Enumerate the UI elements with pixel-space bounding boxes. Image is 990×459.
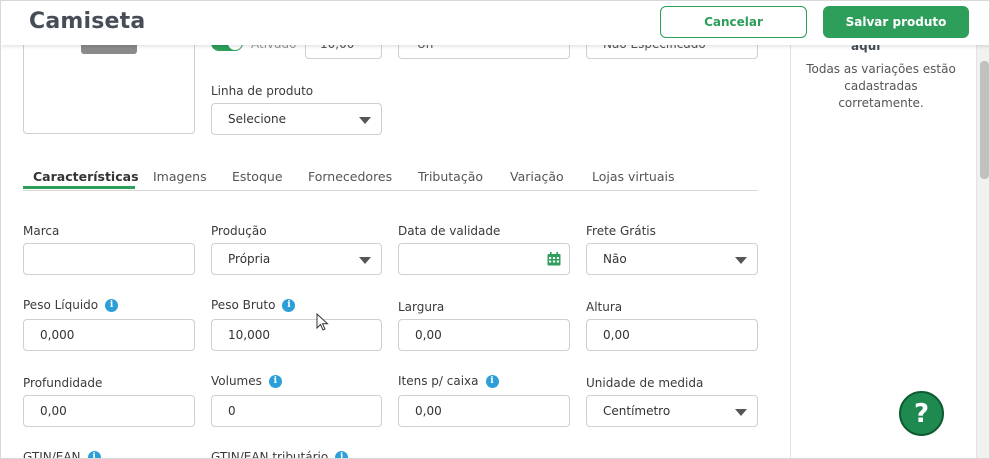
profundidade-input[interactable]: 0,00 [23, 395, 195, 427]
unidade-label: Unidade de medida [586, 376, 704, 390]
info-icon[interactable]: i [105, 298, 119, 312]
info-icon[interactable]: i [335, 450, 349, 458]
chevron-down-icon [359, 117, 371, 124]
altura-input[interactable]: 0,00 [586, 319, 758, 351]
chevron-down-icon [359, 257, 371, 264]
cancel-button[interactable]: Cancelar [660, 6, 807, 38]
volumes-input[interactable]: 0 [211, 395, 382, 427]
gtin-trib-label-text: GTIN/EAN tributário [211, 450, 329, 459]
volumes-label: Volumes i [211, 374, 282, 388]
largura-label: Largura [398, 300, 445, 314]
mouse-cursor-icon [316, 313, 329, 331]
variations-sidebar: aqui Todas as variações estão cadastrada… [790, 1, 970, 458]
peso-bruto-label: Peso Bruto i [211, 298, 296, 312]
marca-input[interactable] [23, 243, 195, 275]
page-header: Camiseta Cancelar Salvar produto [1, 1, 989, 45]
producao-label: Produção [211, 224, 267, 238]
peso-liquido-label-text: Peso Líquido [23, 298, 99, 312]
tab-bar: Características Imagens Estoque Forneced… [23, 161, 758, 191]
frete-label: Frete Grátis [586, 224, 656, 238]
help-button[interactable]: ? [899, 391, 944, 436]
tab-tributacao[interactable]: Tributação [418, 169, 483, 184]
tab-caracteristicas[interactable]: Características [33, 169, 139, 184]
peso-liquido-input[interactable]: 0,000 [23, 319, 195, 351]
product-line-select[interactable]: Selecione [211, 103, 382, 135]
gtin-label-text: GTIN/EAN [23, 450, 81, 459]
unidade-value: Centímetro [603, 404, 671, 418]
peso-bruto-input[interactable]: 10,000 [211, 319, 382, 351]
itens-caixa-input[interactable]: 0,00 [398, 395, 570, 427]
volumes-label-text: Volumes [211, 374, 262, 388]
validade-label: Data de validade [398, 224, 501, 238]
gtin-trib-label: GTIN/EAN tributário i [211, 450, 349, 459]
info-icon[interactable]: i [485, 374, 499, 388]
tab-lojas-virtuais[interactable]: Lojas virtuais [592, 169, 675, 184]
itens-caixa-label: Itens p/ caixa i [398, 374, 499, 388]
page-title: Camiseta [29, 9, 146, 34]
producao-value: Própria [228, 252, 271, 266]
peso-bruto-label-text: Peso Bruto [211, 298, 276, 312]
gtin-label: GTIN/EAN i [23, 450, 101, 459]
tab-estoque[interactable]: Estoque [232, 169, 283, 184]
info-icon[interactable]: i [282, 298, 296, 312]
sidebar-text: Todas as variações estão cadastradas cor… [806, 62, 956, 110]
frete-select[interactable]: Não [586, 243, 758, 275]
chevron-down-icon [735, 409, 747, 416]
peso-liquido-label: Peso Líquido i [23, 298, 119, 312]
profundidade-label: Profundidade [23, 376, 103, 390]
tab-variacao[interactable]: Variação [510, 169, 564, 184]
active-tab-indicator [23, 186, 135, 189]
save-product-button[interactable]: Salvar produto [823, 6, 969, 38]
info-icon[interactable]: i [268, 374, 282, 388]
altura-label: Altura [586, 300, 623, 314]
marca-label: Marca [23, 224, 60, 238]
scrollbar-thumb[interactable] [980, 61, 989, 179]
largura-input[interactable]: 0,00 [398, 319, 570, 351]
producao-select[interactable]: Própria [211, 243, 382, 275]
tab-fornecedores[interactable]: Fornecedores [308, 169, 392, 184]
unidade-select[interactable]: Centímetro [586, 395, 758, 427]
itens-caixa-label-text: Itens p/ caixa [398, 374, 479, 388]
chevron-down-icon [735, 257, 747, 264]
app-window: Ativado 10,00 Un Não Especificado Linha … [0, 0, 990, 459]
product-line-label: Linha de produto [211, 84, 314, 98]
scrollbar[interactable] [976, 45, 989, 458]
info-icon[interactable]: i [87, 450, 101, 458]
tab-imagens[interactable]: Imagens [153, 169, 207, 184]
validade-input[interactable] [398, 243, 570, 275]
frete-value: Não [603, 252, 627, 266]
product-form: Ativado 10,00 Un Não Especificado Linha … [1, 1, 773, 459]
product-line-value: Selecione [228, 112, 286, 126]
calendar-icon[interactable] [547, 252, 561, 266]
